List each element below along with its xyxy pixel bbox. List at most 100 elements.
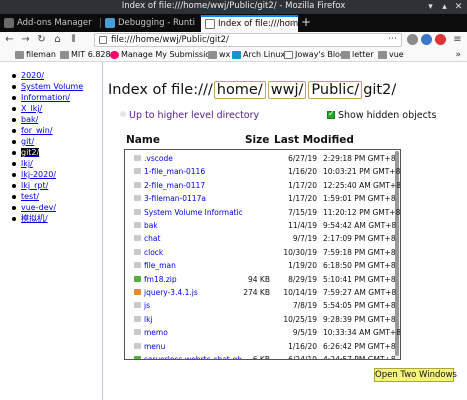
- bookmark-item[interactable]: vue: [378, 49, 404, 61]
- sidebar-item[interactable]: lkj_rpt/: [11, 180, 83, 191]
- menu-icon[interactable]: ≡: [451, 33, 464, 47]
- file-date: 1/16/20: [288, 167, 317, 177]
- sidebar-item-continuation[interactable]: Information/: [11, 92, 83, 103]
- file-time: 10:03:21 PM GMT+8: [323, 167, 401, 177]
- file-date: 7/15/19: [288, 207, 317, 217]
- file-name-link[interactable]: menu: [134, 340, 242, 353]
- bookmark-item[interactable]: wx: [208, 49, 230, 61]
- sidebar-item[interactable]: X_lkj/: [11, 103, 83, 114]
- directory-sidebar: 2020/ System Volume Information/ X_lkj/ …: [0, 62, 103, 400]
- sidebar-item[interactable]: lkj-2020/: [11, 169, 83, 180]
- show-hidden-checkbox[interactable]: Show hidden objects: [327, 109, 436, 121]
- file-name-link[interactable]: jquery-3.4.1.js: [134, 286, 242, 299]
- file-name-link[interactable]: bak: [134, 219, 242, 232]
- sidebar-item[interactable]: 模拟机/: [11, 213, 83, 224]
- page-actions-icon[interactable]: ⋯: [388, 34, 397, 45]
- path-segment[interactable]: home/: [213, 81, 266, 99]
- table-row[interactable]: js 7/8/19 5:54:05 PM GMT+8: [125, 299, 396, 312]
- table-row[interactable]: menu 1/16/20 6:26:42 PM GMT+8: [125, 340, 396, 353]
- table-row[interactable]: 1-file_man-0116 1/16/20 10:03:21 PM GMT+8: [125, 165, 401, 178]
- file-name-link[interactable]: js: [134, 299, 242, 312]
- table-row[interactable]: System Volume Information 7/15/19 11:20:12…: [125, 206, 400, 219]
- file-name-link[interactable]: chat: [134, 232, 242, 245]
- file-name-link[interactable]: serverless-webrtc-chat-gh-...: [134, 353, 242, 359]
- column-header-size[interactable]: Size: [245, 134, 269, 146]
- column-header-name[interactable]: Name: [126, 134, 160, 146]
- arch-linux-icon: [232, 51, 241, 59]
- table-row[interactable]: chat 9/7/19 2:17:09 PM GMT+8: [125, 232, 396, 245]
- up-directory-link[interactable]: Up to higher level directory: [120, 110, 259, 121]
- extension-icon[interactable]: [421, 34, 432, 45]
- url-bar[interactable]: file:///home/wwj/Public/git2/ ⋯: [94, 33, 402, 47]
- close-tab-icon[interactable]: ✕: [287, 17, 295, 31]
- sidebar-item[interactable]: System Volume: [11, 81, 83, 92]
- file-time: 6:18:50 PM GMT+8: [323, 261, 396, 271]
- open-two-windows-button[interactable]: Open Two Windows: [374, 368, 457, 382]
- file-name-link[interactable]: 2-file_man-0117: [134, 179, 242, 192]
- extension-icon[interactable]: [435, 34, 446, 45]
- table-row[interactable]: 3-fileman-0117a 1/17/20 1:59:01 PM GMT+8: [125, 192, 396, 205]
- file-time: 5:54:05 PM GMT+8: [323, 301, 396, 311]
- file-name-link[interactable]: file_man: [134, 259, 242, 272]
- tab-index-of-git2[interactable]: Index of file:///hom ✕: [201, 15, 298, 32]
- sidebar-item-selected[interactable]: git2/: [11, 147, 83, 158]
- file-date: 7/8/19: [292, 301, 317, 311]
- bookmarks-overflow-icon[interactable]: »: [455, 49, 461, 61]
- home-icon[interactable]: ⌂: [51, 33, 64, 47]
- sidebar-item[interactable]: 2020/: [11, 70, 83, 81]
- forward-icon[interactable]: →: [19, 33, 32, 47]
- minimize-icon[interactable]: ▾: [424, 0, 437, 14]
- maximize-icon[interactable]: ▴: [438, 0, 451, 14]
- file-name-link[interactable]: 1-file_man-0116: [134, 165, 242, 178]
- file-date: 9/7/19: [292, 234, 317, 244]
- tab-debugging[interactable]: Debugging - Runti: [101, 15, 200, 32]
- table-row[interactable]: lkj 10/25/19 9:28:39 PM GMT+8: [125, 313, 396, 326]
- file-date: 6/27/19: [288, 154, 317, 163]
- table-row[interactable]: jquery-3.4.1.js 274 KB 10/14/19 7:59:27 AM …: [125, 286, 396, 299]
- tab-addons[interactable]: Add-ons Manager: [0, 15, 99, 32]
- sidebar-item[interactable]: for_win/: [11, 125, 83, 136]
- table-row[interactable]: file_man 1/19/20 6:18:50 PM GMT+8: [125, 259, 396, 272]
- table-row[interactable]: .vscode 6/27/19 2:29:18 PM GMT+8: [125, 152, 396, 165]
- table-row[interactable]: 2-file_man-0117 1/17/20 12:25:40 AM GMT+8: [125, 179, 400, 192]
- file-name-link[interactable]: fm18.zip: [134, 273, 242, 286]
- table-row[interactable]: fm18.zip 94 KB 8/29/19 5:10:41 PM GMT+8: [125, 273, 396, 286]
- sidebar-item[interactable]: lkj/: [11, 158, 83, 169]
- table-row[interactable]: serverless-webrtc-chat-gh-... 6 KB 6/24/19…: [125, 353, 396, 360]
- back-icon[interactable]: ←: [3, 33, 16, 47]
- file-date: 10/30/19: [283, 247, 317, 257]
- path-segment[interactable]: Public/: [308, 81, 363, 99]
- page-info-icon[interactable]: [99, 36, 107, 44]
- column-header-modified[interactable]: Last Modified: [274, 134, 354, 146]
- path-segment[interactable]: wwj/: [267, 81, 307, 99]
- file-name-link[interactable]: .vscode: [134, 152, 242, 165]
- file-name-link[interactable]: 3-fileman-0117a: [134, 192, 242, 205]
- bookmark-item[interactable]: Arch Linux: [232, 49, 285, 61]
- close-window-icon[interactable]: ✕: [452, 0, 465, 14]
- sidebar-item[interactable]: test/: [11, 191, 83, 202]
- library-icon[interactable]: ⫴: [67, 33, 80, 47]
- file-name-link[interactable]: System Volume Information: [134, 206, 242, 219]
- file-rows: .vscode 6/27/19 2:29:18 PM GMT+8 1-file_man…: [124, 149, 401, 360]
- bookmark-item[interactable]: fileman: [15, 49, 56, 61]
- table-row[interactable]: clock 10/30/19 7:59:18 PM GMT+8: [125, 246, 396, 259]
- file-name-link[interactable]: lkj: [134, 313, 242, 326]
- checkbox-checked-icon[interactable]: [327, 109, 335, 119]
- new-tab-button[interactable]: +: [299, 15, 313, 31]
- reload-icon[interactable]: ↻: [35, 33, 48, 47]
- folder-icon: [60, 51, 69, 59]
- table-row[interactable]: memo 9/5/19 10:33:34 AM GMT+8: [125, 326, 400, 339]
- file-date: 6/24/19: [288, 355, 317, 360]
- folder-icon: [134, 329, 141, 336]
- bookmark-item[interactable]: MIT 6.828: [60, 49, 111, 61]
- bookmark-item[interactable]: Joway's Blog: [284, 49, 345, 61]
- bookmark-item[interactable]: letter: [341, 49, 374, 61]
- file-name-link[interactable]: clock: [134, 246, 242, 259]
- table-row[interactable]: bak 11/4/19 9:54:42 AM GMT+8: [125, 219, 396, 232]
- sidebar-item[interactable]: bak/: [11, 114, 83, 125]
- sidebar-item[interactable]: git/: [11, 136, 83, 147]
- extension-icon[interactable]: [407, 34, 418, 45]
- bookmark-item[interactable]: Manage My Submissio...: [110, 49, 218, 61]
- file-name-link[interactable]: memo: [134, 326, 242, 339]
- sidebar-item[interactable]: vue-dev/: [11, 202, 83, 213]
